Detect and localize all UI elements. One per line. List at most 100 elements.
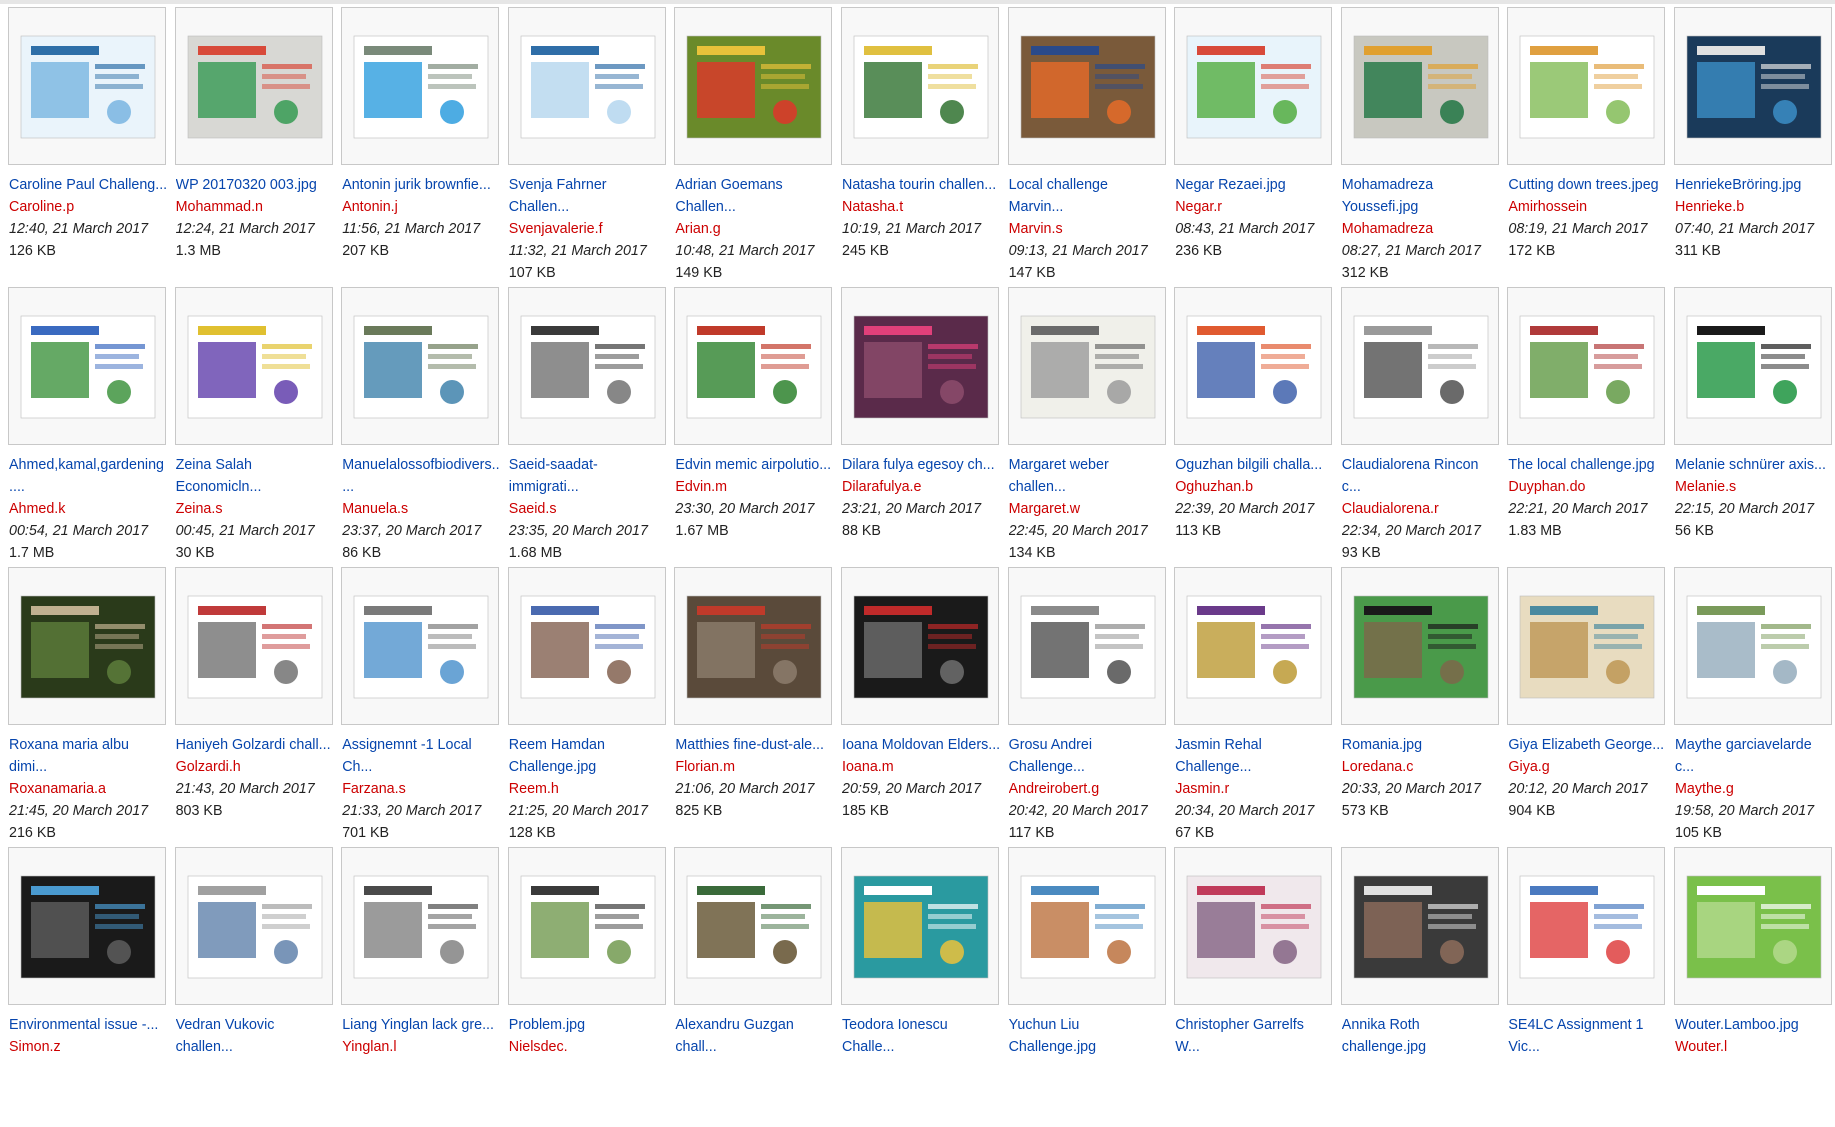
uploader-link[interactable]: Andreirobert.g (1009, 778, 1171, 800)
thumbnail-link[interactable] (674, 847, 833, 1005)
file-name-link[interactable]: Ahmed,kamal,gardening (9, 454, 171, 476)
uploader-link[interactable]: Mohammad.n (176, 196, 338, 218)
uploader-link[interactable]: Florian.m (675, 756, 837, 778)
file-name-link[interactable]: Local challenge (1009, 174, 1171, 196)
thumbnail-link[interactable] (841, 847, 999, 1005)
thumbnail-link[interactable] (1340, 7, 1499, 165)
thumbnail-link[interactable] (674, 567, 833, 725)
uploader-link[interactable]: Svenjavalerie.f (509, 218, 671, 240)
uploader-link[interactable]: Ioana.m (842, 756, 1004, 778)
uploader-link[interactable]: Melanie.s (1675, 476, 1835, 498)
thumbnail-link[interactable] (1507, 847, 1666, 1005)
file-name-link[interactable]: Svenja Fahrner (509, 174, 671, 196)
uploader-link[interactable]: Giya.g (1508, 756, 1670, 778)
uploader-link[interactable]: Golzardi.h (176, 756, 338, 778)
file-name-link[interactable]: Oguzhan bilgili challa... (1175, 454, 1337, 476)
file-name-link[interactable]: Melanie schnürer axis... (1675, 454, 1835, 476)
file-name-link[interactable]: chall... (675, 1036, 837, 1058)
uploader-link[interactable]: Claudialorena.r (1342, 498, 1504, 520)
thumbnail-link[interactable] (174, 567, 333, 725)
file-name-link[interactable]: HenriekeBröring.jpg (1675, 174, 1835, 196)
thumbnail-link[interactable] (8, 847, 166, 1005)
file-name-link[interactable]: Maythe garciavelarde (1675, 734, 1835, 756)
file-name-link[interactable]: Edvin memic airpolutio... (675, 454, 837, 476)
uploader-link[interactable]: Saeid.s (509, 498, 671, 520)
uploader-link[interactable]: Margaret.w (1009, 498, 1171, 520)
file-name-link[interactable]: Jasmin Rehal (1175, 734, 1337, 756)
thumbnail-link[interactable] (341, 7, 500, 165)
thumbnail-link[interactable] (1674, 567, 1832, 725)
file-name-link[interactable]: Christopher Garrelfs (1175, 1014, 1337, 1036)
file-name-link[interactable]: Saeid-saadat- (509, 454, 671, 476)
uploader-link[interactable]: Simon.z (9, 1036, 171, 1058)
uploader-link[interactable]: Amirhossein (1508, 196, 1670, 218)
thumbnail-link[interactable] (1007, 287, 1166, 445)
thumbnail-link[interactable] (1507, 287, 1666, 445)
file-name-link[interactable]: Assignemnt -1 Local (342, 734, 504, 756)
uploader-link[interactable]: Manuela.s (342, 498, 504, 520)
thumbnail-link[interactable] (841, 287, 999, 445)
file-name-link[interactable]: Challen... (509, 196, 671, 218)
uploader-link[interactable]: Natasha.t (842, 196, 1004, 218)
thumbnail-link[interactable] (507, 847, 666, 1005)
file-name-link[interactable]: Reem Hamdan (509, 734, 671, 756)
thumbnail-link[interactable] (1340, 847, 1499, 1005)
thumbnail-link[interactable] (1507, 567, 1666, 725)
thumbnail-link[interactable] (1674, 7, 1832, 165)
file-name-link[interactable]: Zeina Salah (176, 454, 338, 476)
file-name-link[interactable]: Negar Rezaei.jpg (1175, 174, 1337, 196)
uploader-link[interactable]: Duyphan.do (1508, 476, 1670, 498)
file-name-link[interactable]: Ch... (342, 756, 504, 778)
file-name-link[interactable]: .... (9, 476, 171, 498)
uploader-link[interactable]: Maythe.g (1675, 778, 1835, 800)
thumbnail-link[interactable] (1174, 567, 1333, 725)
thumbnail-link[interactable] (341, 567, 500, 725)
file-name-link[interactable]: Grosu Andrei (1009, 734, 1171, 756)
file-name-link[interactable]: immigrati... (509, 476, 671, 498)
thumbnail-link[interactable] (674, 287, 833, 445)
file-name-link[interactable]: Roxana maria albu (9, 734, 171, 756)
thumbnail-link[interactable] (841, 7, 999, 165)
thumbnail-link[interactable] (1007, 567, 1166, 725)
file-name-link[interactable]: Economicln... (176, 476, 338, 498)
thumbnail-link[interactable] (507, 7, 666, 165)
file-name-link[interactable]: Challen... (675, 196, 837, 218)
thumbnail-link[interactable] (174, 7, 333, 165)
file-name-link[interactable]: Vic... (1508, 1036, 1670, 1058)
file-name-link[interactable]: Natasha tourin challen... (842, 174, 1004, 196)
file-name-link[interactable]: Challenge... (1175, 756, 1337, 778)
uploader-link[interactable]: Henrieke.b (1675, 196, 1835, 218)
uploader-link[interactable]: Negar.r (1175, 196, 1337, 218)
file-name-link[interactable]: Matthies fine-dust-ale... (675, 734, 837, 756)
thumbnail-link[interactable] (8, 287, 166, 445)
file-name-link[interactable]: Teodora Ionescu (842, 1014, 1004, 1036)
file-name-link[interactable]: Alexandru Guzgan (675, 1014, 837, 1036)
file-name-link[interactable]: SE4LC Assignment 1 (1508, 1014, 1670, 1036)
file-name-link[interactable]: c... (1342, 476, 1504, 498)
uploader-link[interactable]: Antonin.j (342, 196, 504, 218)
thumbnail-link[interactable] (1007, 847, 1166, 1005)
thumbnail-link[interactable] (507, 567, 666, 725)
file-name-link[interactable]: Problem.jpg (509, 1014, 671, 1036)
thumbnail-link[interactable] (1340, 567, 1499, 725)
file-name-link[interactable]: ... (342, 476, 504, 498)
file-name-link[interactable]: Challenge... (1009, 756, 1171, 778)
file-name-link[interactable]: Claudialorena Rincon (1342, 454, 1504, 476)
uploader-link[interactable]: Oghuzhan.b (1175, 476, 1337, 498)
file-name-link[interactable]: Manuelalossofbiodivers.. (342, 454, 504, 476)
file-name-link[interactable]: Yuchun Liu (1009, 1014, 1171, 1036)
file-name-link[interactable]: WP 20170320 003.jpg (176, 174, 338, 196)
thumbnail-link[interactable] (8, 567, 166, 725)
file-name-link[interactable]: Annika Roth (1342, 1014, 1504, 1036)
thumbnail-link[interactable] (1674, 287, 1832, 445)
file-name-link[interactable]: Challenge.jpg (509, 756, 671, 778)
thumbnail-link[interactable] (1174, 847, 1333, 1005)
file-name-link[interactable]: Caroline Paul Challeng... (9, 174, 171, 196)
file-name-link[interactable]: dimi... (9, 756, 171, 778)
file-name-link[interactable]: c... (1675, 756, 1835, 778)
thumbnail-link[interactable] (1007, 7, 1166, 165)
thumbnail-link[interactable] (341, 847, 500, 1005)
file-name-link[interactable]: Mohamadreza (1342, 174, 1504, 196)
uploader-link[interactable]: Roxanamaria.a (9, 778, 171, 800)
file-name-link[interactable]: Youssefi.jpg (1342, 196, 1504, 218)
